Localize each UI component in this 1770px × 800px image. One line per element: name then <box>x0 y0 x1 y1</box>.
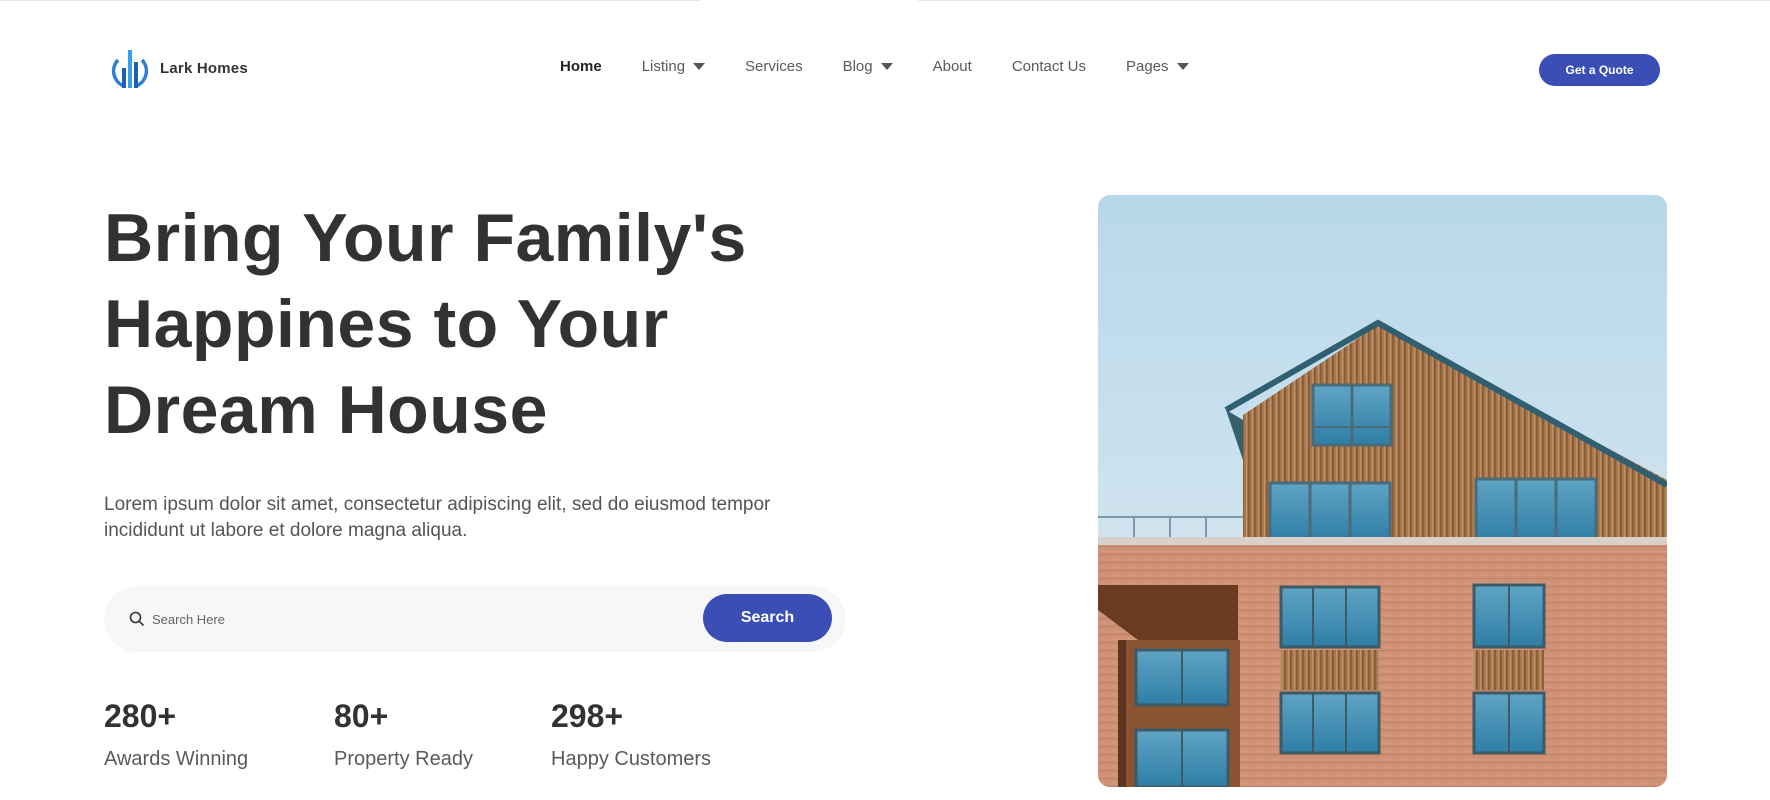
search-input[interactable] <box>152 604 672 634</box>
nav-item-label: Listing <box>641 58 686 75</box>
hero-title-line: Happines to Your <box>104 286 669 362</box>
house-illustration <box>1098 319 1667 787</box>
hero-title-line: Dream House <box>104 372 548 448</box>
caret-down-icon <box>880 63 893 70</box>
main-nav: Home Listing Services Blog About Contact… <box>560 58 1229 75</box>
brand-name: Lark Homes <box>160 59 248 77</box>
nav-item-label: Services <box>745 58 803 75</box>
nav-item-home[interactable]: Home <box>560 58 602 75</box>
nav-item-services[interactable]: Services <box>745 58 803 75</box>
caret-down-icon <box>1176 63 1189 70</box>
stat-awards: 280+ Awards Winning <box>104 696 248 771</box>
site-header: Lark Homes Home Listing Services Blog Ab… <box>0 0 1770 140</box>
brand-logo[interactable]: Lark Homes <box>110 46 248 90</box>
nav-item-listing[interactable]: Listing <box>641 58 706 75</box>
hero-title: Bring Your Family's Happines to Your Dre… <box>104 195 824 453</box>
nav-item-blog[interactable]: Blog <box>843 58 893 75</box>
stat-value: 298+ <box>551 698 624 734</box>
stat-value: 80+ <box>334 698 389 734</box>
stat-label: Happy Customers <box>551 748 712 770</box>
nav-item-label: Contact Us <box>1011 58 1087 75</box>
stat-customers: 298+ Happy Customers <box>551 696 711 771</box>
hero-house-photo <box>1098 195 1667 787</box>
stat-label: Property Ready <box>334 748 473 770</box>
nav-item-pages[interactable]: Pages <box>1126 58 1189 75</box>
search-icon <box>129 611 144 626</box>
nav-item-label: Blog <box>842 58 873 75</box>
get-quote-button[interactable]: Get a Quote <box>1539 54 1660 86</box>
search-button[interactable]: Search <box>703 594 832 642</box>
nav-item-about[interactable]: About <box>933 58 972 75</box>
hero-title-line: Bring Your Family's <box>104 200 747 276</box>
nav-item-label: Home <box>560 58 602 75</box>
hero-description: Lorem ipsum dolor sit amet, consectetur … <box>104 494 771 541</box>
stat-label: Awards Winning <box>104 748 249 770</box>
stat-property: 80+ Property Ready <box>334 696 473 771</box>
caret-down-icon <box>693 63 706 70</box>
nav-item-label: About <box>932 58 972 75</box>
nav-item-label: Pages <box>1126 58 1169 75</box>
building-logo-icon <box>111 50 149 88</box>
search-bar: Search <box>104 586 846 652</box>
stat-value: 280+ <box>104 698 177 734</box>
nav-item-contact[interactable]: Contact Us <box>1012 58 1086 75</box>
